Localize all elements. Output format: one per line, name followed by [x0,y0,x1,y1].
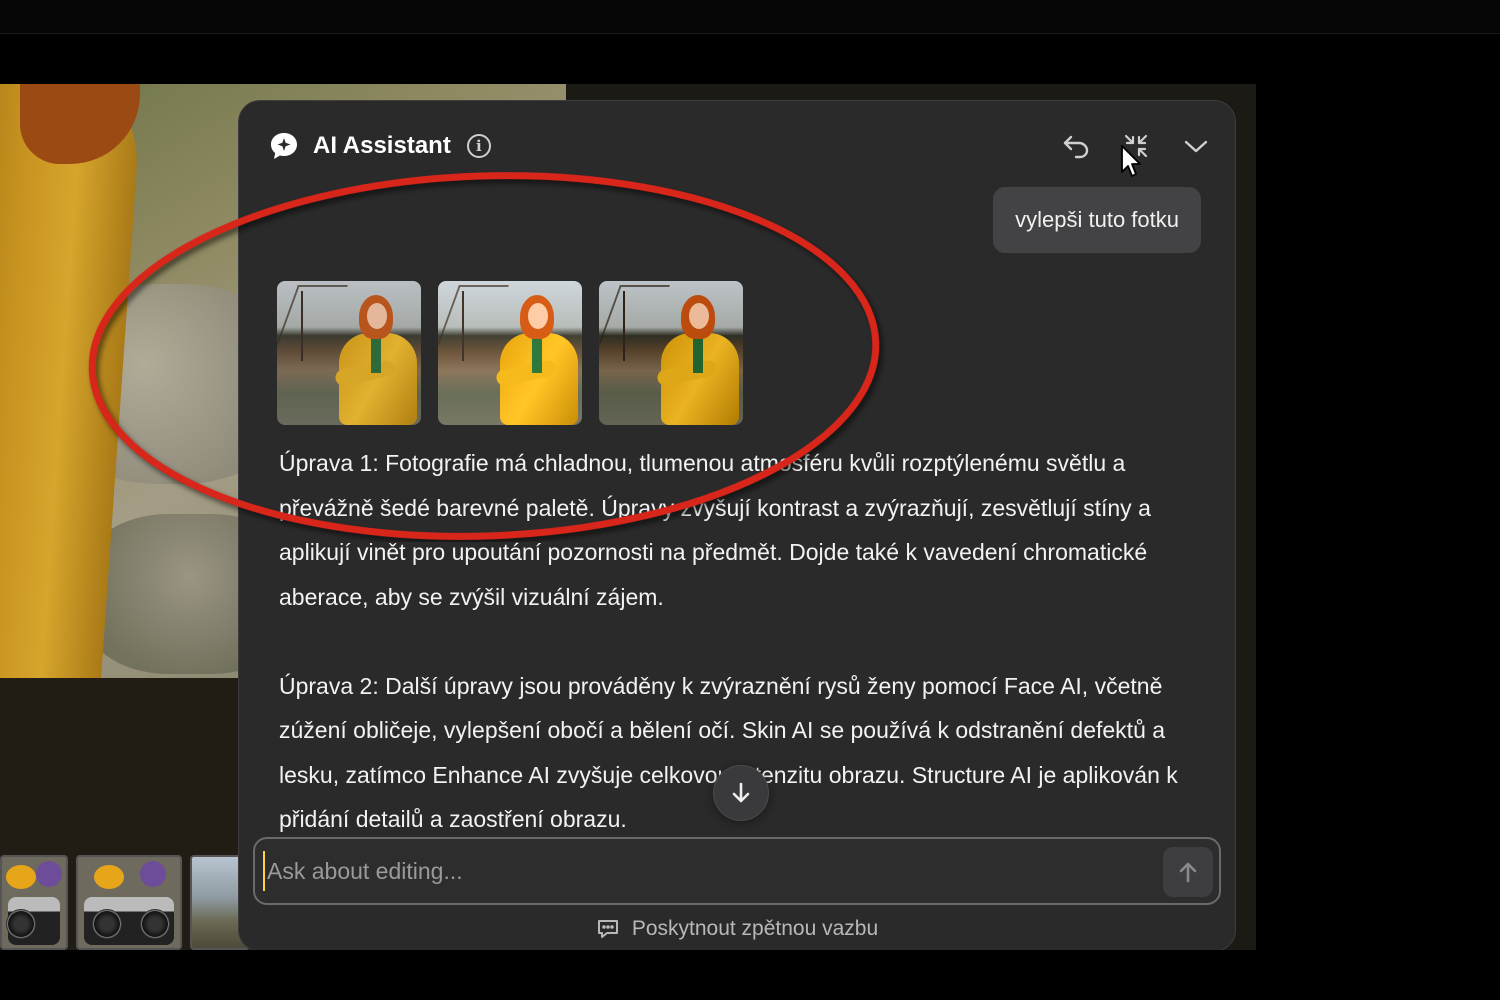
filmstrip [0,855,250,950]
edit-variants [277,281,743,425]
edit-variant-thumbnail[interactable] [599,281,743,425]
header-actions [1061,131,1211,161]
send-button[interactable] [1163,847,1213,897]
scroll-to-bottom-button[interactable] [713,765,769,821]
arrow-down-icon [732,782,750,803]
bottom-bar [0,950,1500,1000]
chat-sparkle-icon [269,131,299,161]
assistant-paragraph-1: Úprava 1: Fotografie má chladnou, tlumen… [279,450,1151,610]
arrow-up-icon [1179,862,1197,883]
panel-header: AI Assistant i [269,129,1211,163]
ai-assistant-panel: AI Assistant i vylepši tuto fotku Úprava… [238,100,1236,952]
minimize-icon[interactable] [1121,131,1151,161]
chat-input-container [253,837,1221,905]
panel-title: AI Assistant [313,132,451,159]
ask-editing-input[interactable] [263,851,1143,891]
info-icon[interactable]: i [466,134,491,158]
chevron-down-icon[interactable] [1181,131,1211,161]
edit-variant-thumbnail[interactable] [438,281,582,425]
undo-icon[interactable] [1061,131,1091,161]
edit-variant-thumbnail[interactable] [277,281,421,425]
feedback-label: Poskytnout zpětnou vazbu [631,917,879,940]
filmstrip-thumbnail[interactable] [76,855,182,950]
feedback-icon [597,920,618,938]
filmstrip-thumbnail[interactable] [0,855,68,950]
user-message-bubble: vylepši tuto fotku [993,187,1201,253]
feedback-link[interactable]: Poskytnout zpětnou vazbu [239,917,1235,941]
top-toolbar [0,0,1500,34]
